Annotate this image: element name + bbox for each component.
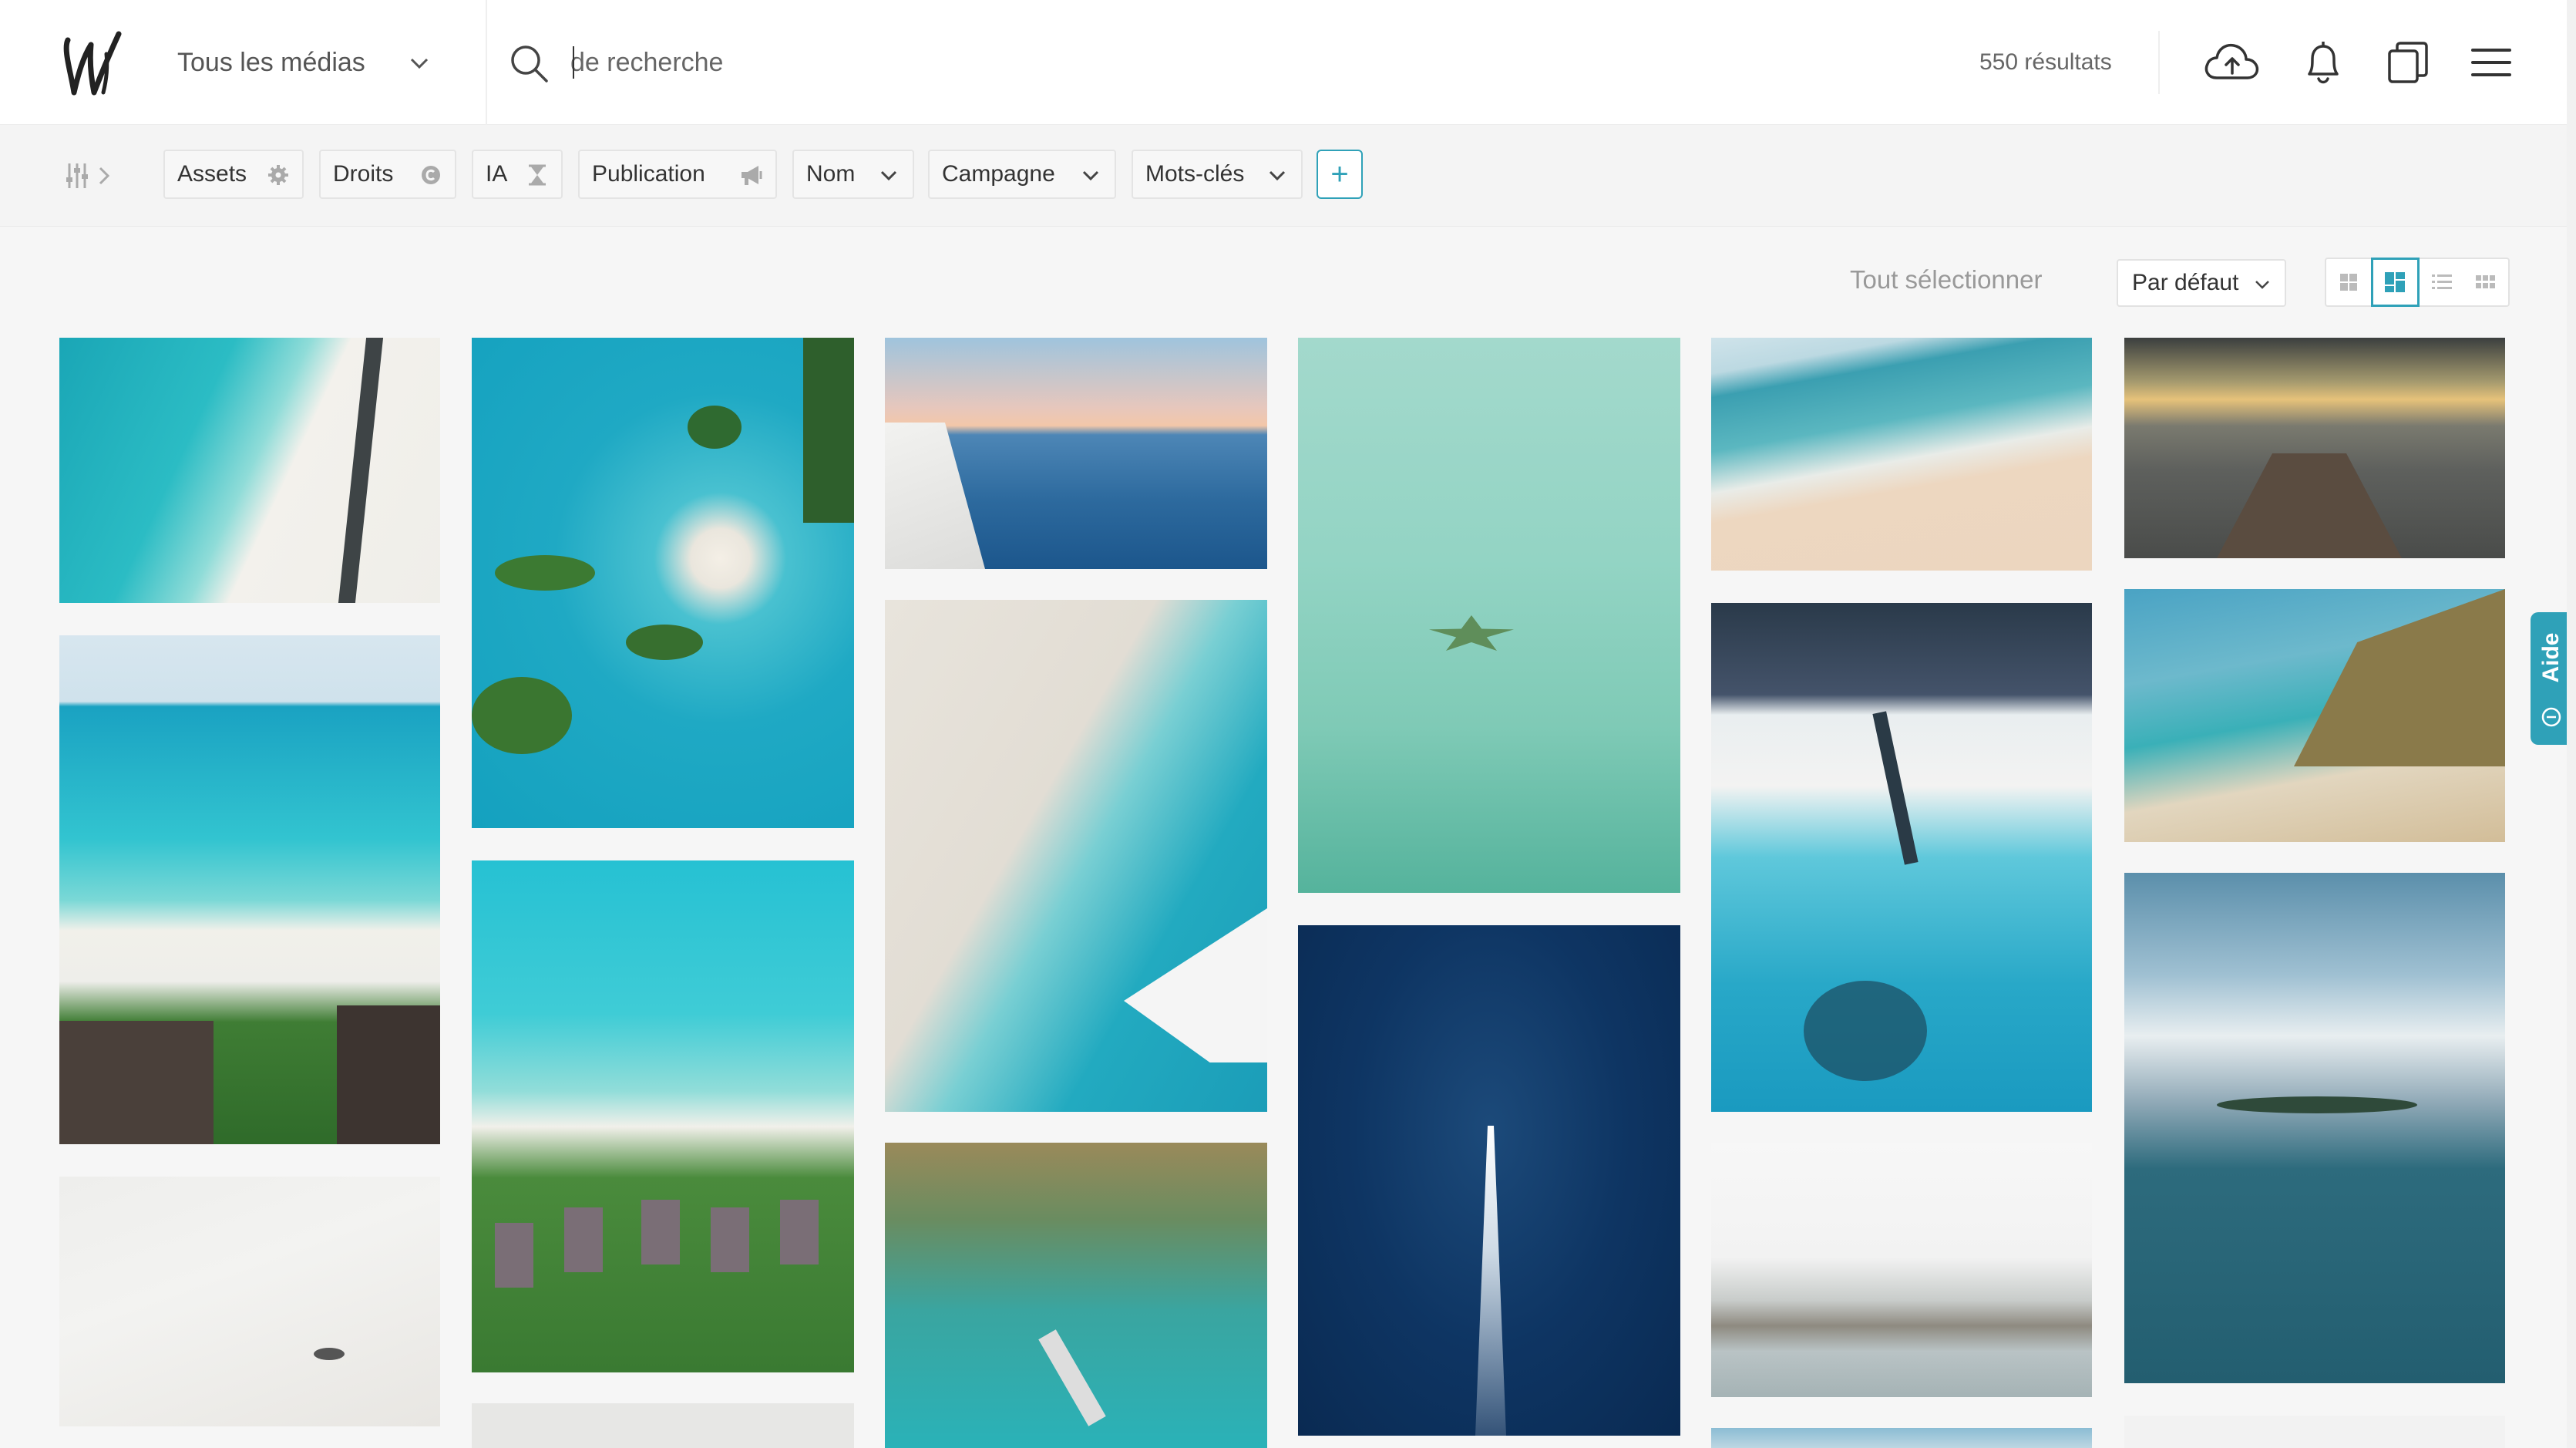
gear-icon bbox=[265, 162, 291, 188]
filter-bar: Assets Droits IA Publication Nom Campagn… bbox=[0, 125, 2576, 227]
media-thumbnail[interactable] bbox=[1298, 925, 1680, 1436]
filter-chip-ai[interactable]: IA bbox=[472, 150, 563, 199]
media-thumbnail[interactable] bbox=[1711, 603, 2092, 1112]
chip-label: Droits bbox=[333, 161, 394, 187]
view-mode-switcher bbox=[2325, 258, 2510, 307]
hamburger-menu-icon bbox=[2471, 49, 2511, 76]
media-thumbnail[interactable] bbox=[885, 600, 1267, 1112]
chevron-down-icon bbox=[410, 58, 429, 69]
media-thumbnail[interactable] bbox=[2124, 873, 2505, 1383]
filter-chip-publication[interactable]: Publication bbox=[578, 150, 777, 199]
filter-dropdown-name[interactable]: Nom bbox=[792, 150, 914, 199]
add-filter-button[interactable]: + bbox=[1317, 150, 1363, 199]
media-thumbnail[interactable] bbox=[885, 1143, 1267, 1448]
help-label: Aide bbox=[2538, 632, 2564, 683]
cloud-upload-icon bbox=[2204, 43, 2259, 79]
chip-label: Assets bbox=[177, 161, 247, 187]
media-type-select[interactable]: Tous les médias bbox=[154, 0, 487, 125]
chevron-down-icon bbox=[876, 162, 902, 188]
bell-icon bbox=[2308, 42, 2339, 84]
help-button[interactable]: Aide bbox=[2531, 612, 2572, 745]
view-grid-small-button[interactable] bbox=[2326, 259, 2371, 305]
megaphone-icon bbox=[738, 162, 765, 188]
masonry-icon bbox=[2385, 272, 2406, 292]
media-thumbnail[interactable] bbox=[2124, 589, 2505, 842]
sort-select[interactable]: Par défaut bbox=[2117, 259, 2286, 307]
brand-logo[interactable] bbox=[60, 26, 125, 100]
page-scrollbar[interactable] bbox=[2567, 0, 2576, 1448]
grid-dense-icon bbox=[2476, 275, 2496, 288]
view-masonry-button[interactable] bbox=[2370, 258, 2420, 307]
copyright-icon bbox=[418, 162, 444, 188]
media-thumbnail[interactable] bbox=[472, 338, 854, 828]
view-list-button[interactable] bbox=[2420, 259, 2464, 305]
media-thumbnail[interactable] bbox=[2124, 338, 2505, 558]
select-all-button[interactable]: Tout sélectionner bbox=[1850, 265, 2042, 295]
chip-label: IA bbox=[486, 161, 508, 187]
view-grid-dense-button[interactable] bbox=[2464, 259, 2509, 305]
hourglass-icon bbox=[524, 162, 550, 188]
filter-chip-assets[interactable]: Assets bbox=[163, 150, 304, 199]
media-thumbnail[interactable] bbox=[59, 338, 440, 603]
chip-label: Nom bbox=[806, 161, 856, 187]
media-thumbnail[interactable] bbox=[885, 338, 1267, 569]
chevron-down-icon bbox=[1264, 162, 1290, 188]
media-thumbnail[interactable] bbox=[2124, 1416, 2505, 1448]
header-divider bbox=[2158, 31, 2160, 94]
media-thumbnail[interactable] bbox=[1711, 1428, 2092, 1448]
text-caret bbox=[573, 46, 574, 79]
media-thumbnail[interactable] bbox=[472, 860, 854, 1372]
grid-small-icon bbox=[2339, 274, 2357, 291]
main-menu-button[interactable] bbox=[2462, 35, 2521, 89]
media-thumbnail[interactable] bbox=[59, 635, 440, 1144]
app-header: Tous les médias 550 résultats bbox=[0, 0, 2576, 125]
search-input[interactable] bbox=[570, 39, 1650, 86]
notifications-button[interactable] bbox=[2294, 35, 2352, 89]
chip-label: Campagne bbox=[942, 161, 1055, 187]
filter-dropdown-keywords[interactable]: Mots-clés bbox=[1132, 150, 1303, 199]
chevron-down-icon bbox=[2255, 281, 2269, 289]
filter-dropdown-campaign[interactable]: Campagne bbox=[928, 150, 1116, 199]
results-count: 550 résultats bbox=[1979, 49, 2112, 75]
filter-chip-rights[interactable]: Droits bbox=[319, 150, 456, 199]
upload-button[interactable] bbox=[2203, 35, 2262, 89]
chip-label: Publication bbox=[592, 161, 705, 187]
chevron-down-icon bbox=[1078, 162, 1104, 188]
sort-value: Par défaut bbox=[2132, 270, 2239, 295]
search-icon bbox=[511, 45, 548, 83]
media-thumbnail[interactable] bbox=[1298, 338, 1680, 893]
chip-label: Mots-clés bbox=[1145, 161, 1245, 187]
media-thumbnail[interactable] bbox=[59, 1177, 440, 1426]
collections-button[interactable] bbox=[2379, 35, 2437, 89]
plus-icon: + bbox=[1330, 157, 1349, 191]
media-thumbnail[interactable] bbox=[472, 1403, 854, 1448]
list-icon bbox=[2431, 274, 2452, 289]
copy-icon bbox=[2388, 42, 2428, 83]
media-type-label: Tous les médias bbox=[177, 47, 365, 77]
help-circle-icon bbox=[2541, 707, 2561, 727]
media-thumbnail[interactable] bbox=[1711, 338, 2092, 571]
media-thumbnail[interactable] bbox=[1711, 1143, 2092, 1397]
filter-settings-icon[interactable] bbox=[63, 159, 117, 193]
